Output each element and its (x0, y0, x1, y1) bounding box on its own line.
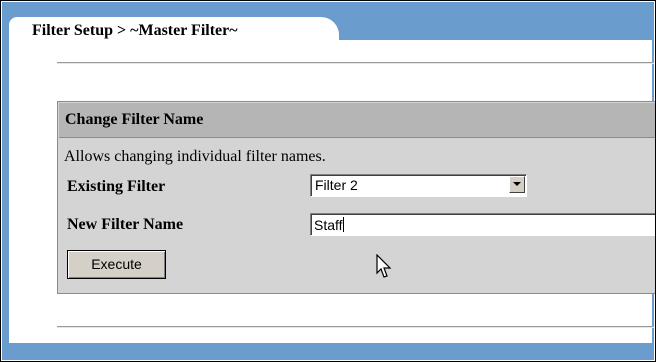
section-header: Change Filter Name (59, 103, 655, 138)
section-description: Allows changing individual filter names. (64, 148, 326, 165)
tab-title: Filter Setup > ~Master Filter~ (32, 22, 238, 39)
new-filter-name-input[interactable]: Staff (310, 213, 655, 236)
section-title: Change Filter Name (65, 111, 204, 128)
new-filter-name-value: Staff (314, 217, 344, 233)
text-caret (342, 217, 344, 232)
bottom-divider (57, 326, 654, 328)
execute-button-label: Execute (91, 256, 142, 272)
execute-button[interactable]: Execute (67, 250, 166, 279)
new-filter-name-label: New Filter Name (67, 216, 184, 233)
existing-filter-label: Existing Filter (67, 178, 166, 195)
change-filter-name-section: Change Filter Name Allows changing indiv… (57, 101, 655, 294)
existing-filter-select[interactable]: Filter 2 (310, 174, 527, 197)
mouse-pointer-icon (376, 254, 392, 278)
top-divider (57, 62, 654, 64)
chevron-down-icon[interactable] (509, 176, 525, 193)
existing-filter-value: Filter 2 (315, 177, 358, 193)
